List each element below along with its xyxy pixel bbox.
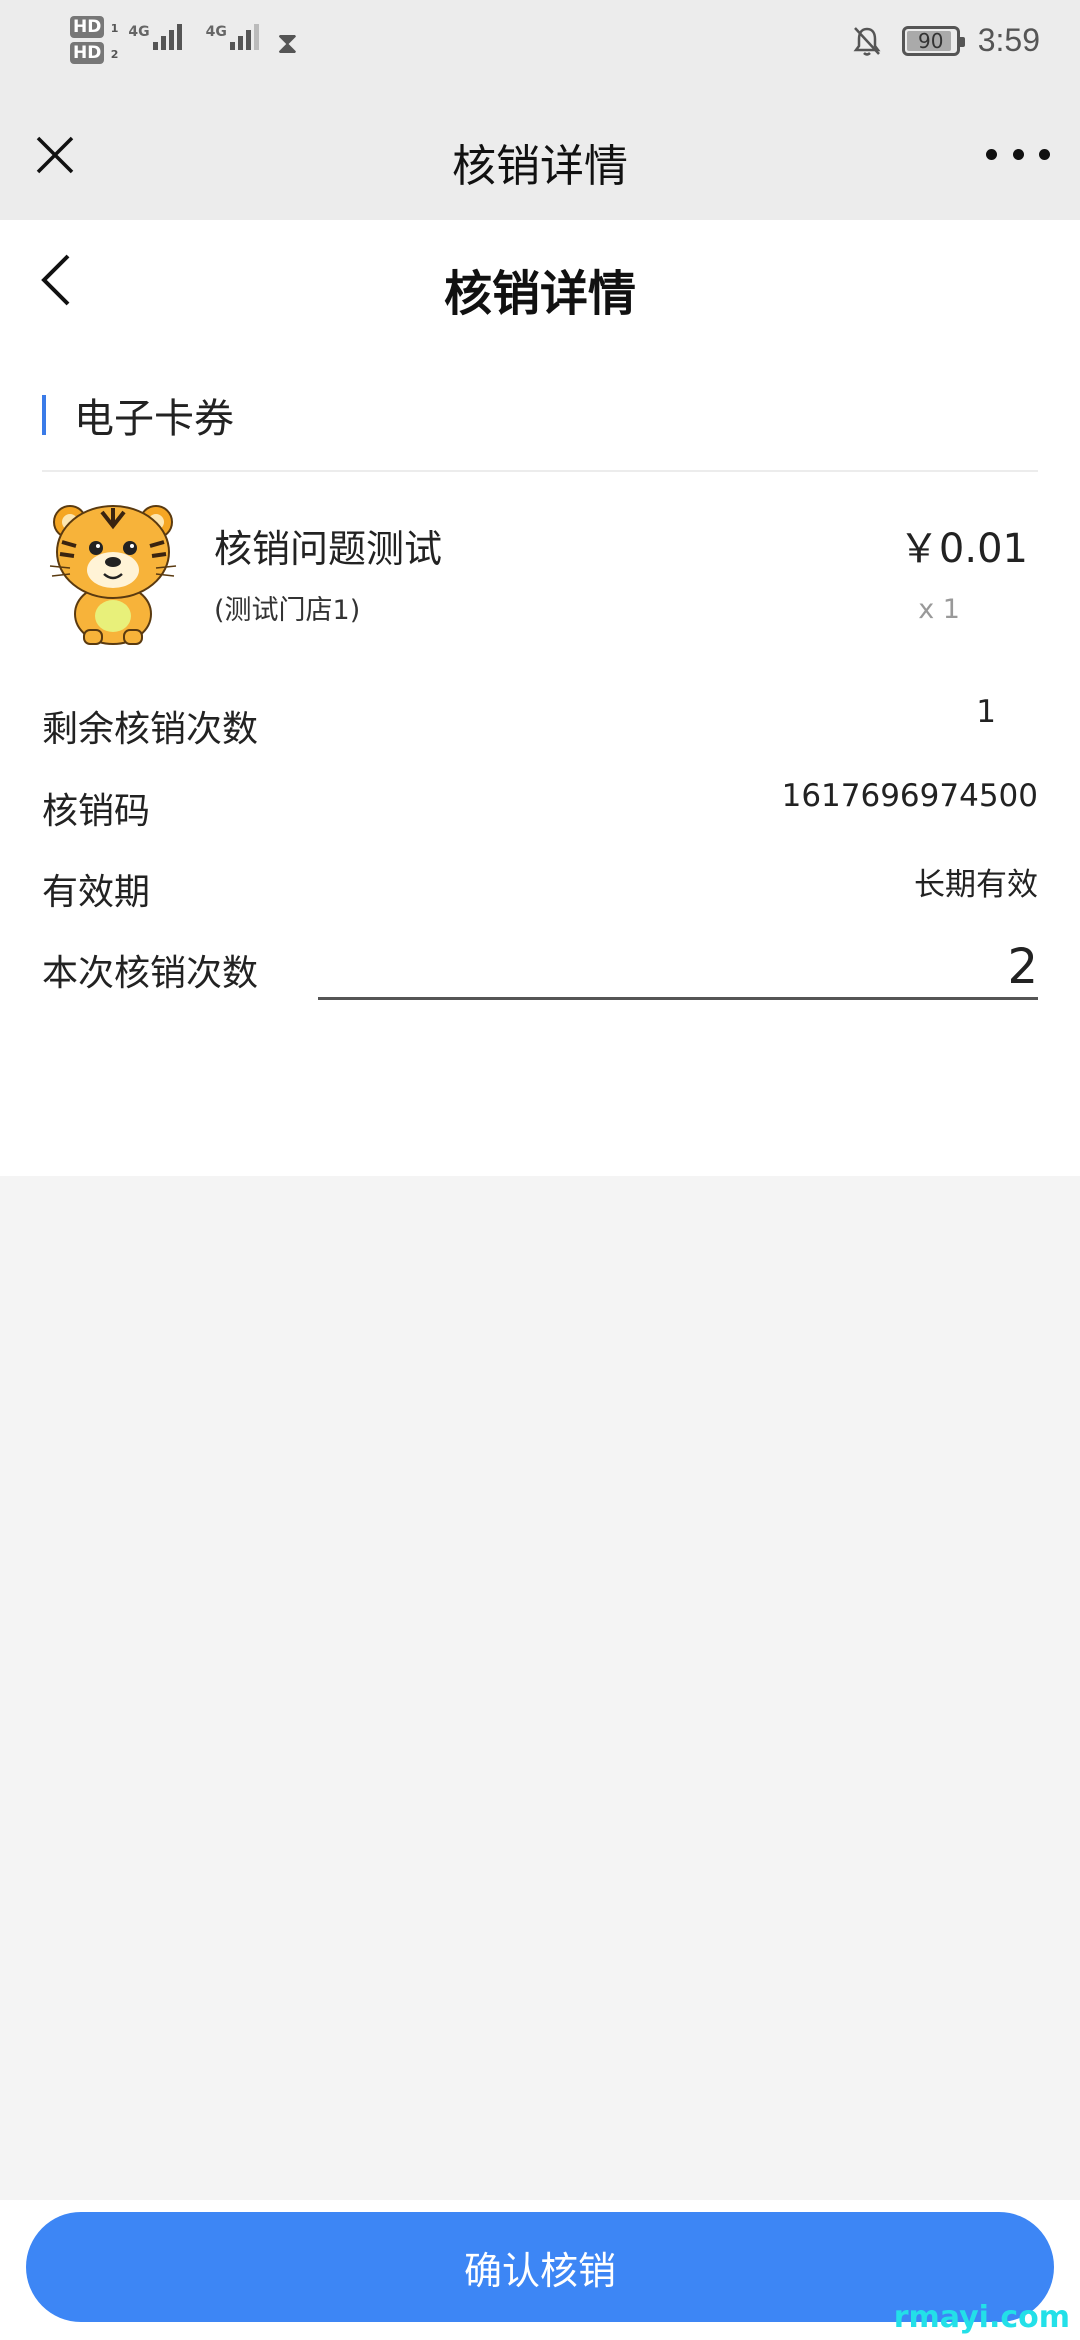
verification-count-input[interactable] bbox=[318, 936, 1038, 1000]
validity-value: 长期有效 bbox=[914, 867, 1038, 903]
divider bbox=[42, 470, 1038, 472]
section-accent-bar bbox=[42, 395, 46, 435]
clock: 3:59 bbox=[977, 22, 1040, 58]
verification-code-label: 核销码 bbox=[42, 791, 151, 832]
validity-row: 有效期 长期有效 bbox=[42, 863, 1038, 923]
verification-code-row: 核销码 1617696974500 bbox=[42, 778, 1038, 842]
hourglass-icon: ⧗ bbox=[276, 26, 298, 61]
battery-level: 90 bbox=[917, 28, 944, 53]
page-title: 核销详情 bbox=[443, 266, 636, 322]
signal-icon: 4G bbox=[128, 24, 182, 50]
product-store: (测试门店1) bbox=[214, 595, 361, 626]
remaining-count-value: 1 bbox=[976, 694, 996, 730]
nav-title: 核销详情 bbox=[452, 141, 628, 192]
status-bar: HD 1 HD 2 4G 4G ⧗ 90 3:59 bbox=[0, 0, 1080, 96]
remaining-count-row: 剩余核销次数 1 bbox=[42, 694, 1038, 760]
product-quantity: x 1 bbox=[918, 594, 960, 625]
battery-icon: 90 bbox=[901, 25, 965, 56]
watermark: rmayi.com bbox=[893, 2300, 1070, 2335]
sim2-hd-icon: HD 2 bbox=[70, 42, 118, 64]
count-input-row: 本次核销次数 bbox=[42, 936, 1038, 1004]
product-price: ￥0.01 bbox=[898, 526, 1028, 572]
status-left: HD 1 HD 2 4G 4G ⧗ bbox=[70, 16, 298, 64]
section-label: 电子卡券 bbox=[74, 396, 234, 442]
product-name: 核销问题测试 bbox=[214, 527, 443, 571]
sim-indicators: HD 1 HD 2 bbox=[70, 16, 118, 64]
section-header: 电子卡券 bbox=[42, 386, 234, 444]
signal-icon-2: 4G bbox=[206, 24, 259, 50]
sim1-hd-icon: HD 1 bbox=[70, 16, 118, 38]
more-icon[interactable] bbox=[986, 136, 1050, 172]
validity-label: 有效期 bbox=[42, 872, 151, 913]
verification-code-value: 1617696974500 bbox=[781, 778, 1038, 814]
remaining-count-label: 剩余核销次数 bbox=[42, 709, 259, 750]
tiger-mascot-image bbox=[49, 505, 177, 645]
bell-off-icon bbox=[853, 26, 881, 56]
top-nav: 核销详情 bbox=[0, 96, 1080, 220]
status-right: 90 3:59 bbox=[850, 22, 1040, 59]
main-content: 核销详情 电子卡券 核销问题测试 (测试门店1) ￥0.01 x 1 剩余核销次… bbox=[0, 220, 1080, 1176]
count-input-label: 本次核销次数 bbox=[42, 953, 259, 994]
